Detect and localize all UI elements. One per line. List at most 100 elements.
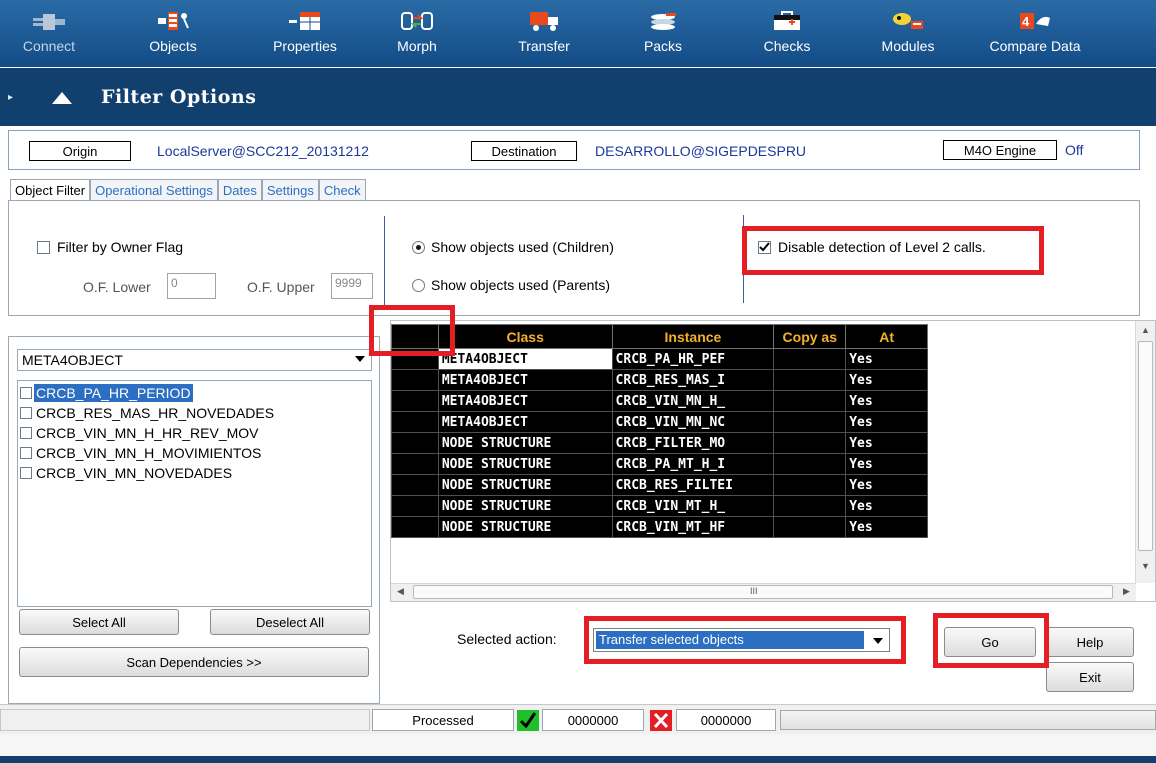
cell-class[interactable]: NODE STRUCTURE [437, 474, 613, 496]
item-checkbox[interactable] [20, 447, 32, 459]
properties-button[interactable]: Properties [267, 0, 343, 67]
cell-at[interactable]: Yes [845, 516, 928, 538]
cell-instance[interactable]: CRCB_VIN_MT_HF [611, 516, 775, 538]
deselect-all-button[interactable]: Deselect All [210, 609, 370, 635]
object-type-select[interactable]: META4OBJECT [17, 349, 372, 371]
tab-check[interactable]: Check [318, 179, 366, 201]
transfer-button[interactable]: Transfer [514, 0, 574, 67]
item-checkbox[interactable] [20, 427, 32, 439]
list-item[interactable]: CRCB_PA_HR_PERIOD [20, 383, 193, 403]
of-upper-input[interactable]: 9999 [331, 273, 373, 299]
cell-at[interactable]: Yes [845, 432, 928, 454]
row-header-corner[interactable] [391, 324, 439, 349]
packs-button[interactable]: Packs [641, 0, 685, 67]
table-row[interactable]: NODE STRUCTURE CRCB_PA_MT_H_I Yes [391, 453, 928, 475]
table-row[interactable]: NODE STRUCTURE CRCB_RES_FILTEI Yes [391, 474, 928, 496]
tab-settings[interactable]: Settings [261, 179, 319, 201]
cell-instance[interactable]: CRCB_PA_HR_PEF [611, 348, 775, 370]
morph-button[interactable]: Morph [395, 0, 439, 67]
scroll-down-icon[interactable]: ▼ [1141, 561, 1150, 571]
exit-button[interactable]: Exit [1046, 662, 1134, 692]
tab-dates[interactable]: Dates [217, 179, 262, 201]
cell-class[interactable]: META4OBJECT [437, 348, 613, 370]
cell-copy-as[interactable] [773, 516, 847, 538]
table-row[interactable]: NODE STRUCTURE CRCB_VIN_MT_HF Yes [391, 516, 928, 538]
table-row[interactable]: META4OBJECT CRCB_RES_MAS_I Yes [391, 369, 928, 391]
filter-options-header[interactable]: ▸ Filter Options [0, 68, 1156, 126]
selected-action-select[interactable]: Transfer selected objects [593, 628, 890, 652]
chevron-down-icon[interactable] [873, 638, 883, 644]
cell-copy-as[interactable] [773, 411, 847, 433]
expand-arrow-icon[interactable]: ▸ [8, 92, 13, 103]
objects-grid[interactable]: Class Instance Copy as At META4OBJECT CRC… [391, 324, 928, 538]
table-row[interactable]: META4OBJECT CRCB_VIN_MN_H_ Yes [391, 390, 928, 412]
cell-at[interactable]: Yes [845, 495, 928, 517]
row-header[interactable] [391, 453, 439, 475]
row-header[interactable] [391, 390, 439, 412]
cell-at[interactable]: Yes [845, 411, 928, 433]
cell-copy-as[interactable] [773, 453, 847, 475]
tab-object-filter[interactable]: Object Filter [10, 179, 91, 201]
row-header[interactable] [391, 432, 439, 454]
scroll-right-icon[interactable]: ▶ [1123, 586, 1130, 597]
list-item[interactable]: CRCB_VIN_MN_H_MOVIMIENTOS [20, 443, 263, 463]
checks-button[interactable]: Checks [762, 0, 812, 67]
object-list[interactable]: CRCB_PA_HR_PERIOD CRCB_RES_MAS_HR_NOVEDA… [17, 380, 372, 607]
of-lower-input[interactable]: 0 [167, 273, 216, 299]
select-all-button[interactable]: Select All [19, 609, 179, 635]
vertical-scrollbar[interactable]: ▲ ▼ [1135, 321, 1155, 583]
connect-button[interactable]: Connect [18, 0, 80, 67]
cell-class[interactable]: NODE STRUCTURE [437, 432, 613, 454]
table-row[interactable]: META4OBJECT CRCB_VIN_MN_NC Yes [391, 411, 928, 433]
radio-parents[interactable] [412, 279, 425, 292]
cell-copy-as[interactable] [773, 474, 847, 496]
cell-instance[interactable]: CRCB_RES_MAS_I [611, 369, 775, 391]
table-row[interactable]: META4OBJECT CRCB_PA_HR_PEF Yes [391, 348, 928, 370]
owner-flag-checkbox[interactable] [37, 241, 50, 254]
cell-class[interactable]: META4OBJECT [437, 390, 613, 412]
row-header[interactable] [391, 348, 439, 370]
cell-class[interactable]: NODE STRUCTURE [437, 495, 613, 517]
cell-at[interactable]: Yes [845, 348, 928, 370]
cell-class[interactable]: NODE STRUCTURE [437, 453, 613, 475]
row-header[interactable] [391, 495, 439, 517]
cell-at[interactable]: Yes [845, 453, 928, 475]
column-header-copy-as[interactable]: Copy as [773, 324, 847, 349]
cell-copy-as[interactable] [773, 495, 847, 517]
cell-at[interactable]: Yes [845, 390, 928, 412]
cell-instance[interactable]: CRCB_FILTER_MO [611, 432, 775, 454]
cell-class[interactable]: NODE STRUCTURE [437, 516, 613, 538]
disable-level2-checkbox[interactable] [758, 241, 771, 254]
radio-children[interactable] [412, 241, 425, 254]
cell-instance[interactable]: CRCB_VIN_MN_NC [611, 411, 775, 433]
cell-instance[interactable]: CRCB_VIN_MN_H_ [611, 390, 775, 412]
modules-button[interactable]: Modules [880, 0, 936, 67]
scroll-left-icon[interactable]: ◀ [397, 586, 404, 597]
horizontal-scrollbar[interactable]: ◀ III ▶ [391, 583, 1136, 601]
cell-at[interactable]: Yes [845, 369, 928, 391]
cell-copy-as[interactable] [773, 390, 847, 412]
cell-copy-as[interactable] [773, 432, 847, 454]
cell-instance[interactable]: CRCB_VIN_MT_H_ [611, 495, 775, 517]
list-item[interactable]: CRCB_RES_MAS_HR_NOVEDADES [20, 403, 276, 423]
column-header-class[interactable]: Class [437, 324, 613, 349]
cell-class[interactable]: META4OBJECT [437, 411, 613, 433]
cell-instance[interactable]: CRCB_RES_FILTEI [611, 474, 775, 496]
column-header-instance[interactable]: Instance [611, 324, 775, 349]
go-button[interactable]: Go [944, 627, 1036, 657]
row-header[interactable] [391, 369, 439, 391]
item-checkbox[interactable] [20, 407, 32, 419]
scan-dependencies-button[interactable]: Scan Dependencies >> [19, 647, 369, 677]
row-header[interactable] [391, 516, 439, 538]
cell-copy-as[interactable] [773, 348, 847, 370]
item-checkbox[interactable] [20, 387, 32, 399]
horizontal-scroll-thumb[interactable]: III [413, 585, 1113, 599]
column-header-at[interactable]: At [845, 324, 928, 349]
cell-class[interactable]: META4OBJECT [437, 369, 613, 391]
table-row[interactable]: NODE STRUCTURE CRCB_VIN_MT_H_ Yes [391, 495, 928, 517]
row-header[interactable] [391, 411, 439, 433]
vertical-scroll-thumb[interactable] [1138, 341, 1153, 551]
scroll-up-icon[interactable]: ▲ [1141, 325, 1150, 335]
cell-copy-as[interactable] [773, 369, 847, 391]
cell-at[interactable]: Yes [845, 474, 928, 496]
